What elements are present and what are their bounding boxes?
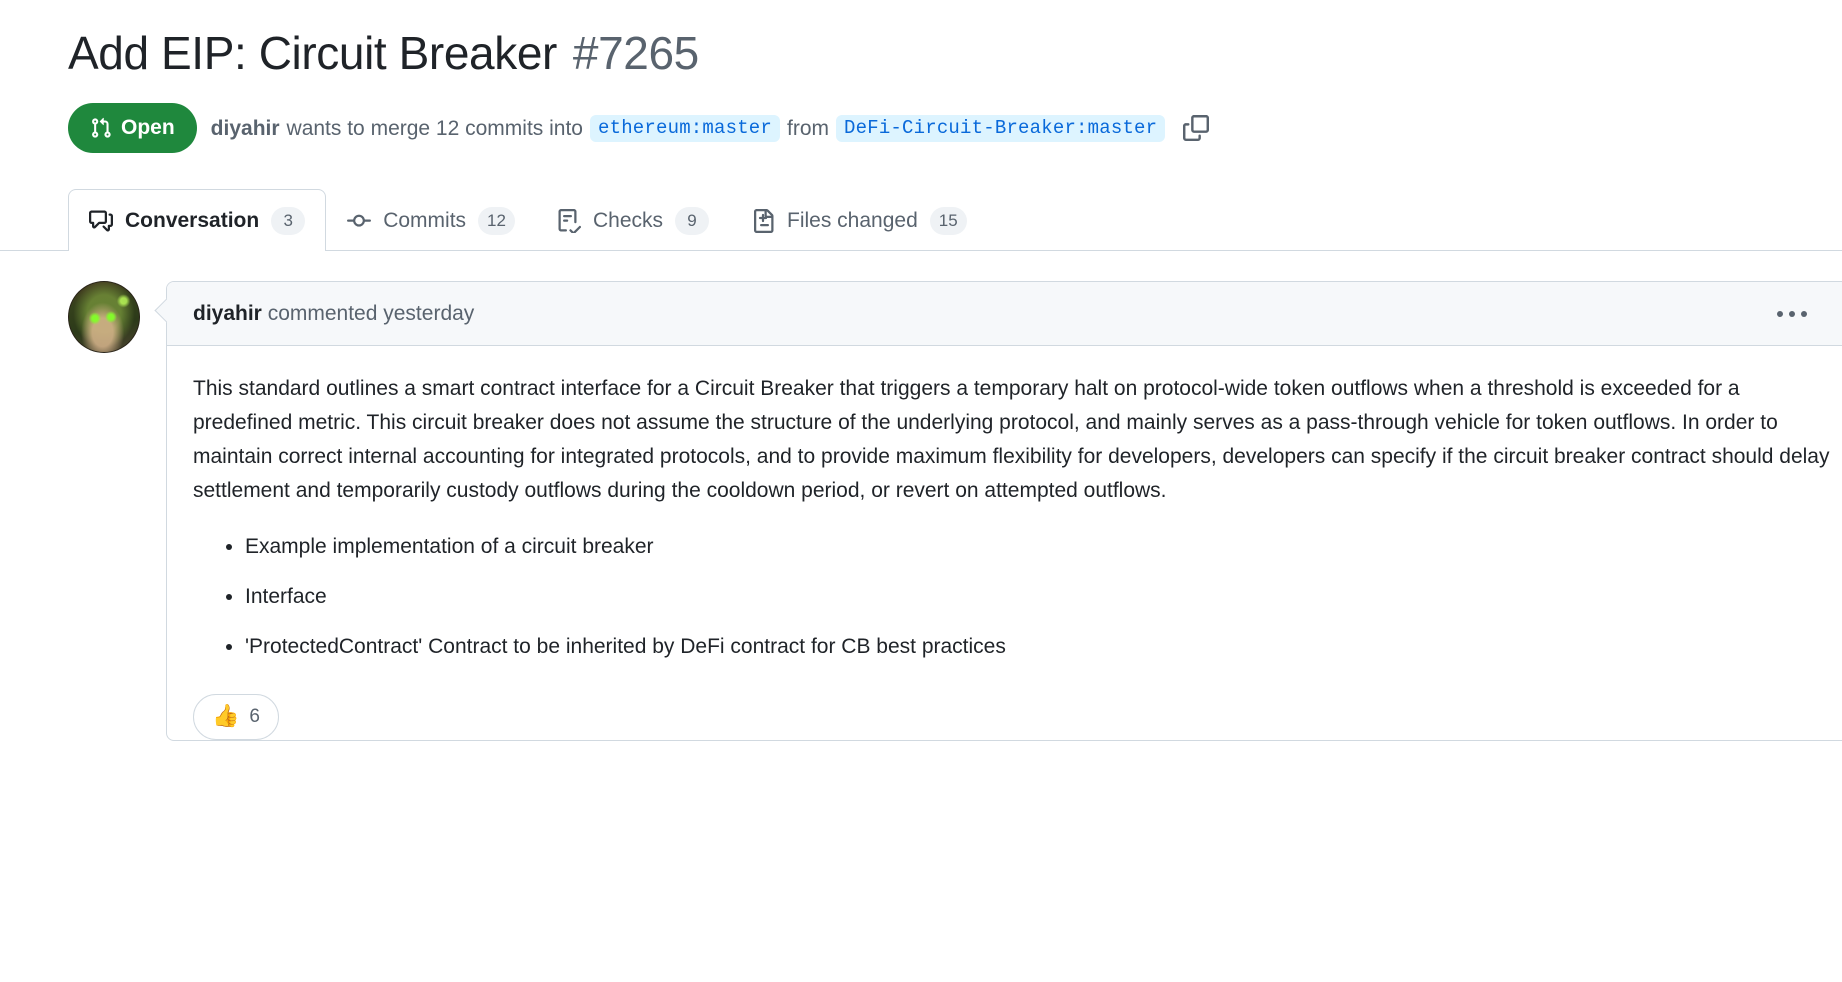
comment-bullet-list: Example implementation of a circuit brea…: [193, 530, 1835, 664]
thumbsup-icon: 👍: [212, 704, 240, 730]
git-commit-icon: [347, 209, 372, 233]
comment-timestamp: commented yesterday: [267, 301, 475, 325]
list-item: Interface: [245, 580, 1835, 614]
tab-conversation-count: 3: [271, 206, 306, 235]
comment-card: diyahir commented yesterday This standar…: [166, 281, 1842, 742]
comment-thread: diyahir commented yesterday This standar…: [0, 281, 1842, 742]
tab-conversation-label: Conversation: [125, 208, 260, 232]
tab-checks-count: 9: [675, 206, 709, 235]
merge-description: diyahir wants to merge 12 commits into e…: [211, 111, 1214, 145]
head-branch-chip[interactable]: DeFi-Circuit-Breaker:master: [836, 114, 1166, 142]
tab-files-changed[interactable]: Files changed 15: [730, 189, 988, 251]
tab-checks-label: Checks: [592, 208, 663, 232]
page-title: Add EIP: Circuit Breaker #7265: [0, 0, 1842, 81]
comment-byline: diyahir commented yesterday: [193, 302, 474, 326]
checklist-icon: [557, 208, 581, 233]
tab-commits[interactable]: Commits 12: [326, 189, 536, 251]
comment-discussion-icon: [89, 209, 113, 233]
tab-commits-count: 12: [478, 206, 515, 235]
tab-commits-label: Commits: [383, 208, 467, 232]
reaction-count: 6: [249, 706, 260, 728]
kebab-horizontal-icon[interactable]: [1767, 303, 1817, 325]
status-badge[interactable]: Open: [68, 103, 197, 154]
copy-icon[interactable]: [1179, 111, 1213, 145]
pull-request-page: Add EIP: Circuit Breaker #7265 Open diya…: [0, 0, 1842, 982]
tab-conversation[interactable]: Conversation 3: [68, 189, 327, 253]
pr-title-text: Add EIP: Circuit Breaker: [68, 27, 557, 79]
tab-files-changed-label: Files changed: [787, 208, 918, 232]
avatar[interactable]: [68, 281, 140, 354]
avatar-image: [69, 282, 139, 353]
comment-header: diyahir commented yesterday: [167, 282, 1842, 347]
comment-author[interactable]: diyahir: [193, 302, 262, 325]
from-text: from: [787, 116, 830, 140]
reactions-bar: 👍 6: [167, 680, 1842, 741]
comment-paragraph: This standard outlines a smart contract …: [193, 377, 1830, 503]
file-diff-icon: [751, 208, 775, 233]
tab-files-changed-count: 15: [929, 206, 967, 235]
comment-body: This standard outlines a smart contract …: [167, 346, 1842, 664]
list-item: Example implementation of a circuit brea…: [245, 530, 1835, 564]
base-branch-chip[interactable]: ethereum:master: [589, 114, 781, 142]
tab-checks[interactable]: Checks 9: [536, 189, 730, 251]
pr-number: #7265: [572, 27, 699, 79]
pr-author[interactable]: diyahir: [211, 118, 280, 139]
reaction-thumbsup[interactable]: 👍 6: [193, 694, 279, 741]
merge-text: wants to merge 12 commits into: [286, 116, 583, 140]
pr-tabs: Conversation 3 Commits 12 Checks 9 Files…: [0, 189, 1842, 253]
status-badge-label: Open: [121, 116, 175, 140]
pr-status-row: Open diyahir wants to merge 12 commits i…: [0, 81, 1842, 154]
pull-request-icon: [90, 117, 112, 139]
list-item: 'ProtectedContract' Contract to be inher…: [245, 630, 1835, 664]
